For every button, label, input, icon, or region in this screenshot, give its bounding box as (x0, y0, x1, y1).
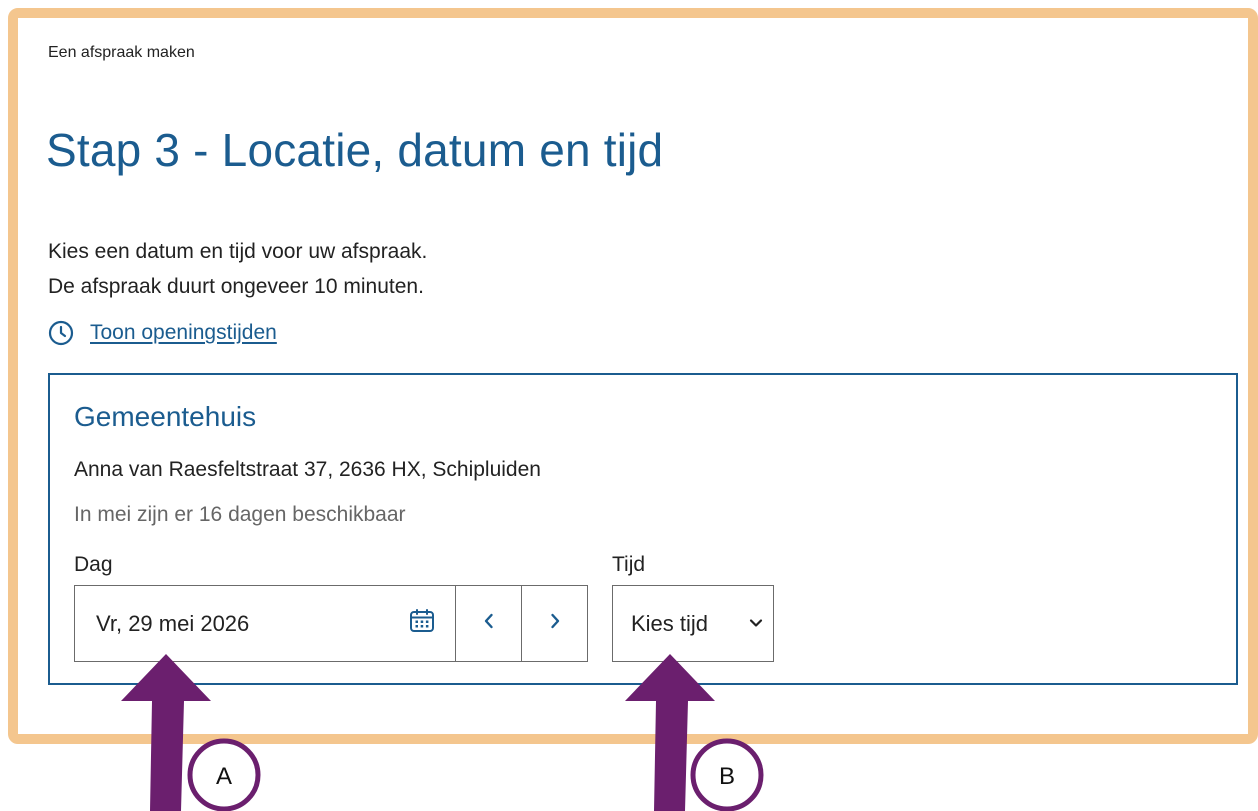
day-input[interactable]: Vr, 29 mei 2026 (74, 585, 456, 662)
opening-hours-link-label[interactable]: Toon openingstijden (90, 321, 277, 345)
day-value[interactable]: Vr, 29 mei 2026 (96, 611, 409, 637)
intro-line-1: Kies een datum en tijd voor uw afspraak. (48, 240, 428, 263)
intro-text: Kies een datum en tijd voor uw afspraak.… (48, 234, 427, 304)
intro-line-2: De afspraak duurt ongeveer 10 minuten. (48, 275, 424, 298)
chevron-down-icon (749, 615, 763, 633)
availability-text: In mei zijn er 16 dagen beschikbaar (74, 503, 406, 526)
clock-icon (48, 320, 74, 346)
time-label: Tijd (612, 553, 646, 576)
location-card: Gemeentehuis Anna van Raesfeltstraat 37,… (48, 373, 1238, 685)
chevron-right-icon (548, 612, 562, 635)
location-name: Gemeentehuis (74, 401, 257, 432)
callout-b-label: B (719, 763, 735, 790)
chevron-left-icon (482, 612, 496, 635)
location-address: Anna van Raesfeltstraat 37, 2636 HX, Sch… (74, 458, 541, 481)
callout-b-circle (690, 738, 764, 811)
breadcrumb: Een afspraak maken (48, 44, 195, 61)
opening-hours-link[interactable]: Toon openingstijden (48, 320, 277, 346)
previous-day-button[interactable] (455, 585, 522, 662)
next-day-button[interactable] (521, 585, 588, 662)
time-select-value[interactable]: Kies tijd (631, 611, 749, 637)
time-select[interactable]: Kies tijd (612, 585, 774, 662)
page-title: Stap 3 - Locatie, datum en tijd (46, 124, 664, 176)
callout-a-circle (187, 738, 261, 811)
callout-a-label: A (216, 763, 232, 790)
calendar-icon[interactable] (409, 608, 435, 639)
page-frame: Een afspraak maken Stap 3 - Locatie, dat… (8, 8, 1258, 744)
day-label: Dag (74, 553, 113, 576)
